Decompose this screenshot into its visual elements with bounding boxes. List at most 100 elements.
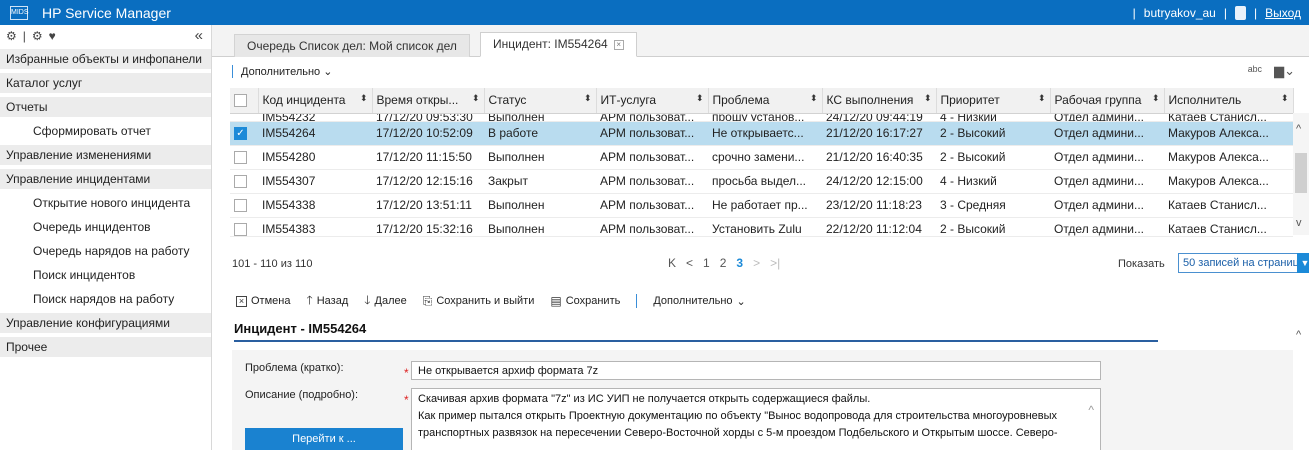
select-all-checkbox[interactable]	[230, 88, 259, 114]
page-link[interactable]: 1	[703, 256, 710, 270]
table-cell: 21/12/20 16:40:35	[822, 145, 936, 170]
sort-icon[interactable]: ⬍	[924, 93, 932, 104]
sidebar-item[interactable]: Поиск нарядов на работу	[0, 289, 211, 310]
sidebar-item[interactable]: Очередь нарядов на работу	[0, 241, 211, 262]
row-select-cell[interactable]	[230, 193, 258, 218]
detail-more-button[interactable]: Дополнительно ⌄	[653, 295, 745, 308]
sidebar-group[interactable]: Управление конфигурациями	[0, 313, 211, 334]
arrow-down-icon: 🡓	[364, 292, 371, 307]
settings-icon[interactable]: ⚙	[6, 29, 17, 43]
prev-page-icon[interactable]: <	[686, 256, 693, 270]
detail-scrollbar[interactable]: ^	[1293, 325, 1309, 450]
favorites-icon[interactable]: ♥	[49, 29, 56, 43]
table-cell: 22/12/20 11:12:04	[822, 217, 936, 237]
column-header[interactable]: КС выполнения ⬍	[822, 88, 937, 114]
checkbox[interactable]	[234, 94, 247, 108]
table-cell: Отдел админи...	[1050, 217, 1164, 237]
chevron-down-icon[interactable]: ▼	[1297, 253, 1309, 273]
sort-icon[interactable]: ⬍	[810, 93, 818, 104]
pager: 101 - 110 из 110 K < 123 > >| Показать 5…	[212, 250, 1309, 274]
sidebar-item[interactable]: Открытие нового инцидента	[0, 193, 211, 214]
sidebar-item[interactable]: Поиск инцидентов	[0, 265, 211, 286]
cancel-button[interactable]: × Отмена	[236, 295, 290, 307]
table-cell: IM554307	[258, 169, 372, 194]
table-row[interactable]: IM554232 17/12/20 09:53:30 Выполнен АРМ пол…	[230, 113, 1293, 122]
table-row[interactable]: IM554338 17/12/20 13:51:11 Выполнен АРМ пол…	[230, 193, 1293, 218]
row-select-cell[interactable]	[230, 169, 258, 194]
row-select-cell[interactable]	[230, 113, 258, 122]
close-tab-icon[interactable]: ×	[613, 39, 624, 50]
column-header-label: Исполнитель	[1168, 93, 1242, 108]
table-scrollbar[interactable]: ^ v	[1293, 113, 1309, 235]
spellcheck-icon[interactable]: ᵃᵇᶜ	[1248, 63, 1262, 79]
sidebar-group[interactable]: Управление инцидентами	[0, 169, 211, 190]
sort-icon[interactable]: ⬍	[1038, 93, 1046, 104]
chevron-down-icon[interactable]: v	[1296, 217, 1302, 229]
row-checkbox[interactable]: ✓	[234, 127, 247, 141]
sidebar-item[interactable]: Сформировать отчет	[0, 121, 211, 142]
column-header[interactable]: Статус ⬍	[484, 88, 597, 114]
chevron-up-icon[interactable]: ^	[1088, 403, 1094, 417]
sidebar-group[interactable]: Каталог услуг	[0, 73, 211, 94]
goto-button[interactable]: Перейти к ...	[245, 428, 403, 450]
tab-queue[interactable]: Очередь Список дел: Мой список дел	[234, 34, 470, 57]
next-button[interactable]: 🡓 Далее	[364, 291, 406, 312]
table-cell: IM554383	[258, 217, 372, 237]
print-icon[interactable]: ▆⌄	[1274, 63, 1295, 79]
table-cell: 17/12/20 11:15:50	[372, 145, 484, 170]
chevron-up-icon[interactable]: ^	[1296, 123, 1301, 135]
table-cell: 4 - Низкий	[936, 113, 1050, 122]
row-checkbox[interactable]	[234, 151, 247, 165]
column-header[interactable]: Код инцидента ⬍	[258, 88, 373, 114]
document-icon[interactable]	[1234, 5, 1246, 20]
description-textarea[interactable]: ^ Скачивая архив формата "7z" из ИС УИП …	[411, 388, 1101, 450]
sort-icon[interactable]: ⬍	[1152, 93, 1160, 104]
sort-icon[interactable]: ⬍	[472, 93, 480, 104]
row-checkbox[interactable]	[234, 175, 247, 189]
column-header[interactable]: Время откры... ⬍	[372, 88, 485, 114]
sort-icon[interactable]: ⬍	[584, 93, 592, 104]
sidebar-group[interactable]: Отчеты	[0, 97, 211, 118]
table-cell: Отдел админи...	[1050, 113, 1164, 122]
sidebar-group[interactable]: Прочее	[0, 337, 211, 358]
save-icon: ▤	[550, 294, 562, 308]
table-row[interactable]: IM554307 17/12/20 12:15:16 Закрыт АРМ польз…	[230, 169, 1293, 194]
table-cell: IM554280	[258, 145, 372, 170]
sidebar-group[interactable]: Избранные объекты и инфопанели	[0, 49, 211, 70]
save-exit-button[interactable]: ⎘ Сохранить и выйти	[423, 294, 535, 309]
chevron-up-icon[interactable]: ^	[1296, 329, 1301, 341]
column-header[interactable]: Исполнитель ⬍	[1164, 88, 1294, 114]
first-page-icon[interactable]: K	[668, 256, 676, 270]
page-link[interactable]: 2	[720, 256, 727, 270]
page-size-select[interactable]: 50 записей на странице	[1178, 253, 1300, 273]
row-select-cell[interactable]	[230, 145, 258, 170]
collapse-sidebar-icon[interactable]: «	[195, 27, 203, 44]
table-cell: АРМ пользоват...	[596, 121, 708, 146]
logout-link[interactable]: Выход	[1265, 6, 1301, 20]
row-checkbox[interactable]	[234, 222, 247, 236]
back-button[interactable]: 🡑 Назад	[306, 291, 348, 312]
tab-incident[interactable]: Инцидент: IM554264 ×	[480, 32, 637, 57]
column-header[interactable]: Проблема ⬍	[708, 88, 823, 114]
row-select-cell[interactable]: ✓	[230, 121, 258, 146]
column-header[interactable]: Приоритет ⬍	[936, 88, 1051, 114]
table-row[interactable]: IM554383 17/12/20 15:32:16 Выполнен АРМ пол…	[230, 217, 1293, 237]
sidebar-group[interactable]: Управление изменениями	[0, 145, 211, 166]
column-header[interactable]: ИТ-услуга ⬍	[596, 88, 709, 114]
tab-bar: Очередь Список дел: Мой список дел Инцид…	[212, 25, 1309, 57]
scroll-thumb[interactable]	[1295, 153, 1307, 193]
table-row[interactable]: ✓ IM554264 17/12/20 10:52:09 В работе АРМ по…	[230, 121, 1293, 146]
sort-icon[interactable]: ⬍	[1281, 93, 1289, 104]
row-checkbox[interactable]	[234, 199, 247, 213]
more-menu-button[interactable]: Дополнительно ⌄	[232, 65, 332, 78]
problem-input[interactable]: Не открывается архиф формата 7z	[411, 361, 1101, 380]
page-link[interactable]: 3	[736, 256, 743, 270]
sort-icon[interactable]: ⬍	[360, 93, 368, 104]
sort-icon[interactable]: ⬍	[696, 93, 704, 104]
save-button[interactable]: ▤ Сохранить	[550, 294, 620, 308]
table-row[interactable]: IM554280 17/12/20 11:15:50 Выполнен АРМ пол…	[230, 145, 1293, 170]
row-select-cell[interactable]	[230, 217, 258, 237]
sidebar-item[interactable]: Очередь инцидентов	[0, 217, 211, 238]
refresh-icon[interactable]: ⚙	[32, 29, 43, 43]
column-header[interactable]: Рабочая группа ⬍	[1050, 88, 1165, 114]
